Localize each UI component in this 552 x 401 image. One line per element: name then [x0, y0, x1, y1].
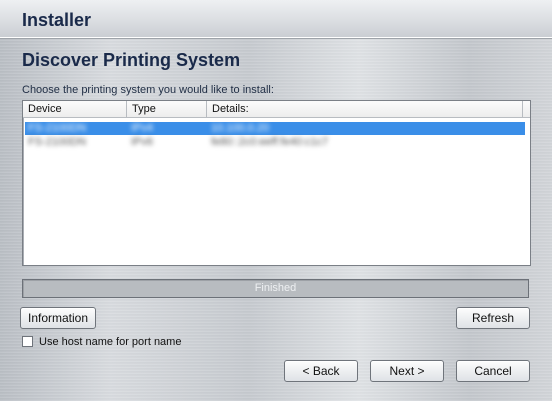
list-header: Device Type Details:	[23, 101, 530, 119]
page-title: Discover Printing System	[22, 50, 241, 70]
cell-type: IPv4	[131, 123, 153, 133]
use-host-name-label[interactable]: Use host name for port name	[39, 335, 181, 349]
cell-device: FS-2100DN	[28, 137, 87, 147]
status-bar: Finished	[22, 279, 529, 298]
next-button[interactable]: Next >	[370, 360, 444, 382]
column-header-spacer	[523, 101, 530, 118]
use-host-name-checkbox[interactable]	[22, 336, 33, 347]
column-header-details[interactable]: Details:	[207, 101, 523, 118]
refresh-button[interactable]: Refresh	[456, 307, 530, 329]
cell-device: FS-2100DN	[28, 123, 87, 133]
information-button[interactable]: Information	[20, 307, 96, 329]
cancel-button[interactable]: Cancel	[456, 360, 530, 382]
list-row[interactable]: FS-2100DN IPv4 10.100.0.20	[25, 122, 525, 135]
printer-list[interactable]: Device Type Details: FS-2100DN IPv4 10.1…	[22, 100, 531, 266]
column-header-type[interactable]: Type	[127, 101, 207, 118]
cell-details: 10.100.0.20	[211, 123, 270, 133]
cell-details: fe80::2c0:eeff:fe40:c1c7	[211, 137, 329, 147]
app-title: Installer	[22, 10, 92, 30]
list-row[interactable]: FS-2100DN IPv6 fe80::2c0:eeff:fe40:c1c7	[25, 136, 525, 149]
title-bar: Installer	[0, 0, 552, 39]
cell-type: IPv6	[131, 137, 153, 147]
column-header-device[interactable]: Device	[23, 101, 127, 118]
instruction-text: Choose the printing system you would lik…	[22, 84, 274, 96]
back-button[interactable]: < Back	[284, 360, 358, 382]
